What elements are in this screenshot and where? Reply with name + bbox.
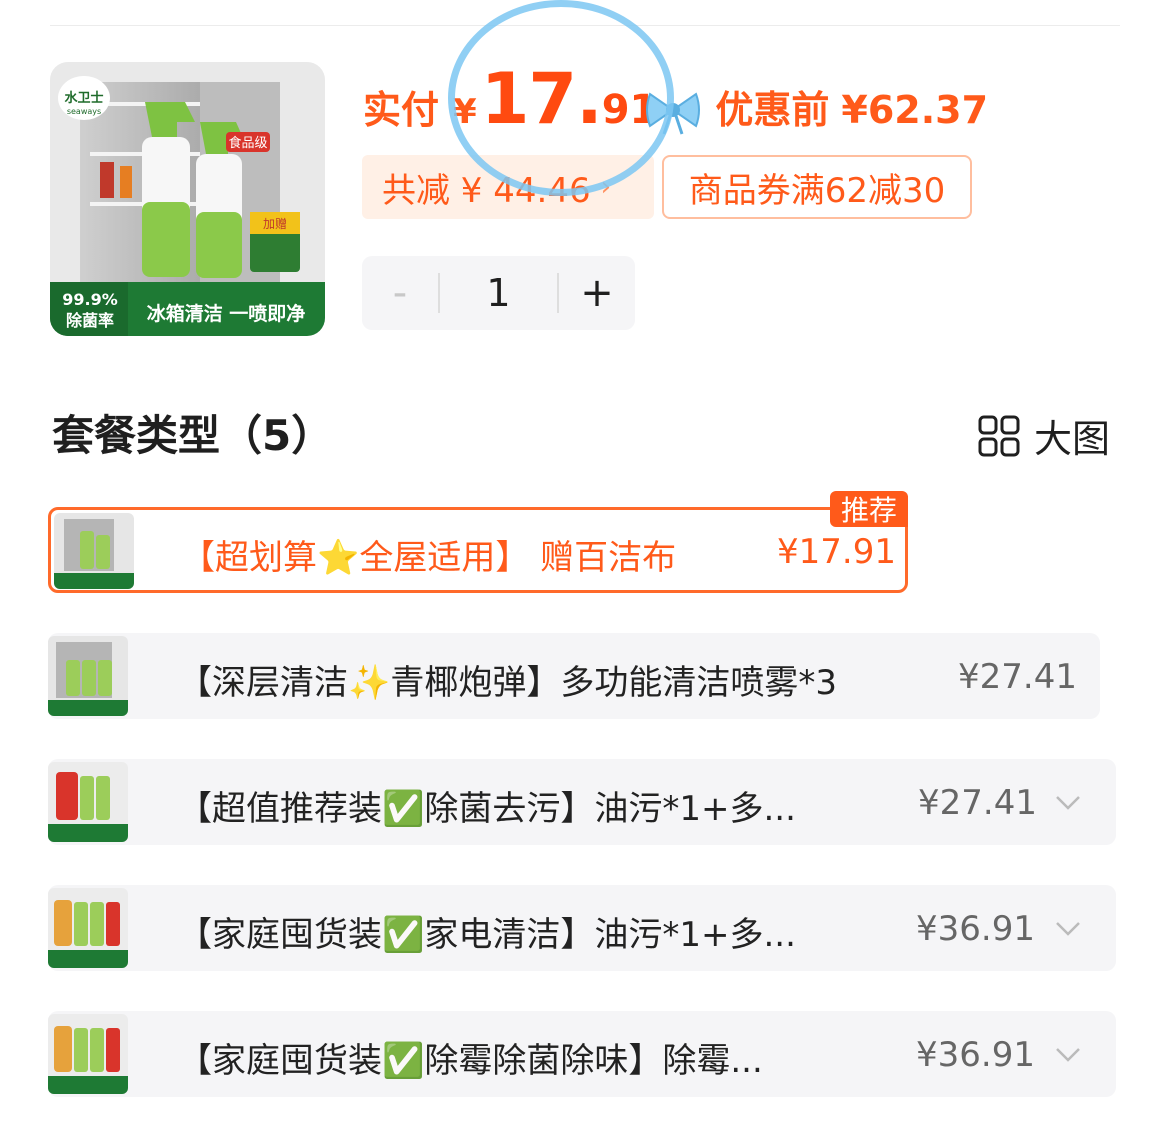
svg-text:99.9%: 99.9% <box>62 290 118 309</box>
package-option-4[interactable]: 【家庭囤货装✅家电清洁】油污*1+多... ¥36.91 <box>48 885 1116 971</box>
package-type-title: 套餐类型（5） <box>52 411 334 460</box>
increase-button[interactable]: + <box>559 256 635 330</box>
package-option-1[interactable]: 【超划算⭐全屋适用】 赠百洁布 ¥17.91 <box>48 507 908 593</box>
original-price: 优惠前 ¥62.37 <box>715 79 988 134</box>
total-saved-chip[interactable]: 共减 ¥ 44.46 › <box>362 155 654 219</box>
food-grade-tag: 食品级 <box>228 135 267 151</box>
decrease-button[interactable]: - <box>362 256 438 330</box>
before-discount-value: ¥62.37 <box>841 88 989 132</box>
top-divider <box>50 25 1120 26</box>
before-discount-label: 优惠前 <box>715 88 830 132</box>
svg-text:冰箱清洁 一喷即净: 冰箱清洁 一喷即净 <box>147 302 306 325</box>
option-price: ¥27.41 <box>958 657 1077 697</box>
svg-text:seaways: seaways <box>67 107 101 116</box>
coupon-text: 商品券满62减30 <box>688 170 946 211</box>
package-option-2[interactable]: 【深层清洁✨青椰炮弹】多功能清洁喷雾*3 ¥27.41 <box>48 633 1100 719</box>
package-option-3[interactable]: 【超值推荐装✅除菌去污】油污*1+多... ¥27.41 <box>48 759 1116 845</box>
currency-symbol: ¥ <box>453 92 477 132</box>
option-thumbnail <box>48 636 128 716</box>
option-text: 【家庭囤货装✅除霉除菌除味】除霉... <box>178 1041 763 1081</box>
option-price: ¥36.91 <box>916 909 1035 949</box>
option-thumbnail <box>48 762 128 842</box>
package-option-5[interactable]: 【家庭囤货装✅除霉除菌除味】除霉... ¥36.91 <box>48 1011 1116 1097</box>
option-thumbnail <box>54 513 134 589</box>
big-view-label: 大图 <box>1034 417 1111 461</box>
chevron-down-icon[interactable] <box>1055 795 1081 811</box>
option-price: ¥27.41 <box>918 783 1037 823</box>
option-thumbnail <box>48 1014 128 1094</box>
big-view-toggle[interactable]: 大图 <box>978 408 1110 463</box>
paid-price-integer: 17. <box>480 58 603 140</box>
quantity-stepper: - 1 + <box>362 256 635 330</box>
option-text: 【深层清洁✨青椰炮弹】多功能清洁喷雾*3 <box>178 663 837 703</box>
product-image[interactable]: 食品级 加赠 水卫士 seaways 99.9% 除菌率 冰箱清洁 一喷即净 <box>50 62 325 336</box>
svg-text:加赠: 加赠 <box>263 217 287 231</box>
option-text: 【超划算⭐全屋适用】 赠百洁布 <box>181 538 677 578</box>
coupon-chip[interactable]: 商品券满62减30 <box>662 155 972 219</box>
chevron-right-icon: › <box>600 172 611 202</box>
total-saved-text: 共减 ¥ 44.46 <box>382 170 591 211</box>
recommend-badge: 推荐 <box>830 491 908 527</box>
grid-icon <box>978 415 1020 456</box>
svg-text:除菌率: 除菌率 <box>66 311 114 330</box>
option-price: ¥36.91 <box>916 1035 1035 1075</box>
option-text: 【超值推荐装✅除菌去污】油污*1+多... <box>178 789 796 829</box>
bow-icon <box>646 92 700 135</box>
paid-label: 实付 <box>363 88 440 132</box>
chevron-down-icon[interactable] <box>1055 1047 1081 1063</box>
option-price: ¥17.91 <box>777 532 896 572</box>
chevron-down-icon[interactable] <box>1055 921 1081 937</box>
svg-text:水卫士: 水卫士 <box>64 90 103 106</box>
option-thumbnail <box>48 888 128 968</box>
option-text: 【家庭囤货装✅家电清洁】油污*1+多... <box>178 915 796 955</box>
quantity-value[interactable]: 1 <box>440 271 557 315</box>
